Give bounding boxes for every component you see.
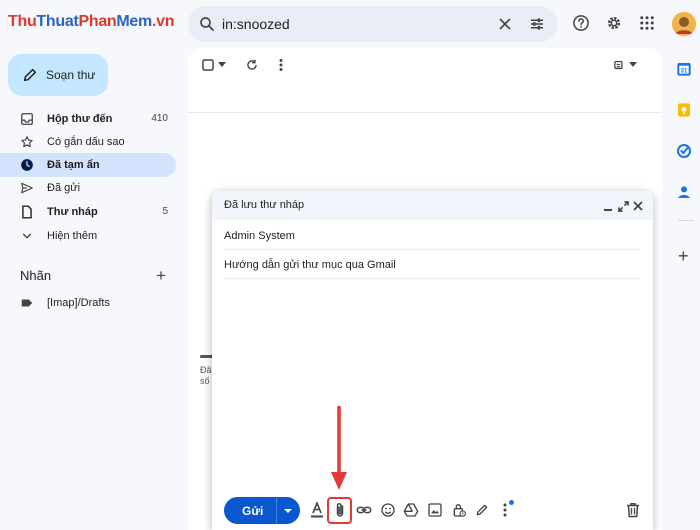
clock-icon	[20, 158, 34, 172]
calendar-app-icon[interactable]: 31	[676, 61, 692, 77]
drafts-count: 5	[162, 206, 168, 217]
sidebar-item-starred[interactable]: Có gắn dấu sao	[0, 130, 176, 154]
sidebar-item-label: Hiện thêm	[47, 230, 98, 242]
refresh-icon[interactable]	[245, 58, 259, 72]
send-label: Gửi	[242, 504, 264, 518]
subject-divider	[224, 278, 640, 279]
formatting-options-icon[interactable]	[310, 502, 324, 518]
site-watermark-logo: ThuThuatPhanMem.vn	[8, 13, 175, 30]
star-icon	[20, 135, 34, 149]
add-label-icon[interactable]: +	[156, 266, 166, 286]
toolbar-divider	[188, 112, 662, 113]
subject-field[interactable]: Hướng dẫn gửi thư mục qua Gmail	[224, 259, 396, 271]
send-icon	[20, 181, 34, 195]
sidebar-item-drafts[interactable]: Thư nháp 5	[0, 200, 176, 224]
insert-photo-icon[interactable]	[427, 502, 443, 518]
label-icon	[20, 296, 34, 310]
sidebar-item-more[interactable]: Hiện thêm	[0, 224, 176, 248]
compose-label: Soạn thư	[46, 68, 96, 82]
input-tools-caret-icon[interactable]	[629, 62, 637, 68]
select-dropdown-caret-icon[interactable]	[218, 62, 226, 68]
inbox-count: 410	[151, 113, 168, 124]
svg-text:31: 31	[681, 68, 688, 74]
select-checkbox[interactable]	[202, 59, 214, 71]
sidebar-item-label: Có gắn dấu sao	[47, 136, 125, 148]
settings-gear-icon[interactable]	[605, 14, 623, 32]
minimize-icon[interactable]	[603, 203, 613, 213]
sidebar-label-imap-drafts[interactable]: [Imap]/Drafts	[0, 291, 176, 315]
attachment-highlight-box	[327, 497, 352, 524]
send-button[interactable]: Gửi	[224, 497, 300, 524]
clear-search-icon[interactable]	[496, 15, 514, 33]
recipient-divider	[224, 249, 640, 250]
confidential-mode-icon[interactable]	[451, 502, 467, 518]
empty-state-text-line2: số	[200, 376, 210, 386]
search-bar[interactable]: in:snoozed	[188, 6, 558, 42]
sidebar-item-inbox[interactable]: Hộp thư đến 410	[0, 107, 176, 131]
input-tools-icon[interactable]	[612, 58, 626, 72]
apps-grid-icon[interactable]	[638, 14, 656, 32]
add-app-icon[interactable]: +	[678, 246, 689, 267]
compose-button[interactable]: Soạn thư	[8, 54, 108, 96]
sidebar-item-label: Hộp thư đến	[47, 113, 113, 125]
rail-divider	[678, 220, 694, 221]
insert-signature-icon[interactable]	[474, 502, 490, 518]
google-drive-icon[interactable]	[403, 502, 419, 518]
search-input[interactable]: in:snoozed	[222, 16, 290, 32]
contacts-app-icon[interactable]	[676, 184, 692, 200]
pencil-icon	[22, 67, 38, 83]
insert-emoji-icon[interactable]	[380, 502, 396, 518]
recipient-field[interactable]: Admin System	[224, 230, 295, 242]
message-body[interactable]	[224, 286, 640, 486]
sidebar-item-label: Đã gửi	[47, 182, 81, 194]
annotation-arrow-icon	[329, 406, 349, 494]
compose-title: Đã lưu thư nháp	[224, 199, 305, 211]
account-avatar[interactable]	[672, 12, 696, 36]
notification-dot	[509, 500, 514, 505]
draft-icon	[20, 205, 34, 219]
labels-heading: Nhãn	[20, 268, 52, 283]
sidebar-item-label: [Imap]/Drafts	[47, 297, 110, 309]
search-options-icon[interactable]	[528, 15, 546, 33]
sidebar-item-snoozed[interactable]: Đã tạm ẩn	[0, 153, 176, 177]
insert-link-icon[interactable]	[356, 502, 372, 518]
fullscreen-icon[interactable]	[618, 201, 629, 212]
empty-state-text-line1: Đã	[200, 365, 212, 375]
chevron-down-icon	[20, 229, 34, 243]
keep-app-icon[interactable]	[676, 102, 692, 118]
help-icon[interactable]	[572, 14, 590, 32]
more-options-icon[interactable]	[500, 502, 510, 518]
sidebar-item-label: Thư nháp	[47, 206, 98, 218]
sidebar-item-sent[interactable]: Đã gửi	[0, 176, 176, 200]
search-icon[interactable]	[198, 15, 216, 33]
close-compose-icon[interactable]	[633, 201, 643, 211]
schedule-send-caret-icon[interactable]	[284, 509, 292, 513]
discard-draft-icon[interactable]	[626, 502, 640, 518]
more-actions-icon[interactable]	[275, 58, 287, 72]
sidebar-item-label: Đã tạm ẩn	[47, 159, 100, 171]
tasks-app-icon[interactable]	[676, 143, 692, 159]
inbox-icon	[20, 112, 34, 126]
